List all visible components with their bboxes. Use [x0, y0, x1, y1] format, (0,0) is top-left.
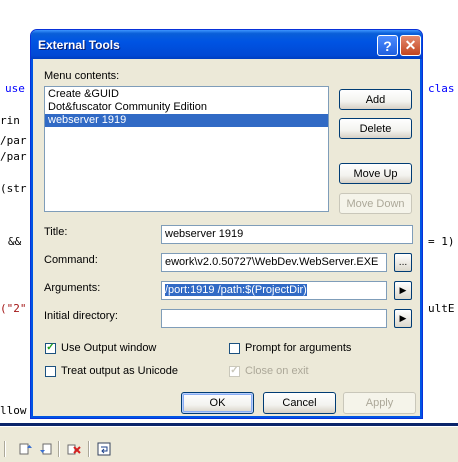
- code-fragment: use: [5, 82, 25, 95]
- find-next-icon[interactable]: [38, 441, 54, 457]
- word-wrap-icon[interactable]: [96, 441, 112, 457]
- dialog-body: Menu contents: Create &GUID Dot&fuscator…: [34, 59, 419, 416]
- code-fragment: clas: [428, 82, 455, 95]
- close-on-exit-checkbox[interactable]: ✓ Close on exit: [229, 365, 309, 377]
- checkbox-box: [229, 342, 240, 354]
- list-item[interactable]: Create &GUID: [45, 88, 328, 101]
- code-fragment: /par: [0, 150, 27, 163]
- list-item[interactable]: Dot&fuscator Community Edition: [45, 101, 328, 114]
- command-field[interactable]: ework\v2.0.50727\WebDev.WebServer.EXE: [161, 253, 387, 272]
- move-down-button[interactable]: Move Down: [339, 193, 412, 214]
- code-fragment: rin: [0, 114, 20, 127]
- add-button[interactable]: Add: [339, 89, 412, 110]
- cancel-button[interactable]: Cancel: [263, 392, 336, 414]
- toolbar-separator: [88, 441, 90, 457]
- external-tools-dialog: External Tools ? ✕ Menu contents: Create…: [30, 29, 423, 419]
- help-icon: ?: [383, 37, 392, 54]
- toolbar-separator: [58, 441, 60, 457]
- use-output-window-checkbox[interactable]: ✓ Use Output window: [45, 342, 156, 354]
- arguments-menu-button[interactable]: ▶: [394, 281, 412, 300]
- list-item-selected[interactable]: webserver 1919: [45, 114, 328, 127]
- arrow-right-icon: ▶: [399, 285, 407, 296]
- ellipsis-icon: ...: [398, 257, 408, 268]
- code-fragment: llow: [0, 404, 27, 417]
- dialog-titlebar[interactable]: External Tools ? ✕: [31, 30, 422, 59]
- help-button[interactable]: ?: [377, 35, 398, 56]
- checkbox-box: [45, 365, 56, 377]
- find-previous-icon[interactable]: [18, 441, 34, 457]
- bottom-toolbar: [0, 426, 458, 462]
- arguments-value: /port:1919 /path:$(ProjectDir): [165, 284, 307, 296]
- close-icon: ✕: [404, 37, 417, 53]
- toolbar-separator: [4, 441, 6, 457]
- title-field[interactable]: webserver 1919: [161, 225, 413, 244]
- prompt-for-arguments-checkbox[interactable]: Prompt for arguments: [229, 342, 351, 354]
- code-fragment: ultE: [428, 302, 455, 315]
- checkbox-label: Prompt for arguments: [245, 342, 352, 354]
- menu-contents-label: Menu contents:: [44, 70, 120, 82]
- code-fragment: /par: [0, 134, 27, 147]
- code-fragment: &&: [8, 235, 22, 248]
- initial-directory-label: Initial directory:: [44, 310, 118, 322]
- title-label: Title:: [44, 226, 68, 238]
- checkbox-label: Close on exit: [245, 365, 309, 377]
- arguments-field[interactable]: /port:1919 /path:$(ProjectDir): [161, 281, 387, 300]
- apply-button[interactable]: Apply: [343, 392, 416, 414]
- browse-button[interactable]: ...: [394, 253, 412, 272]
- command-label: Command:: [44, 254, 98, 266]
- move-up-button[interactable]: Move Up: [339, 163, 412, 184]
- dialog-title: External Tools: [38, 38, 120, 52]
- arguments-label: Arguments:: [44, 282, 101, 294]
- checkmark-icon: ✓: [229, 365, 240, 377]
- code-fragment: = 1): [428, 235, 455, 248]
- checkmark-icon: ✓: [45, 342, 56, 354]
- initial-directory-field[interactable]: [161, 309, 387, 328]
- menu-contents-list[interactable]: Create &GUID Dot&fuscator Community Edit…: [44, 86, 329, 212]
- initial-directory-menu-button[interactable]: ▶: [394, 309, 412, 328]
- treat-output-unicode-checkbox[interactable]: Treat output as Unicode: [45, 365, 178, 377]
- arrow-right-icon: ▶: [399, 313, 407, 324]
- code-fragment: (str: [0, 182, 27, 195]
- delete-button[interactable]: Delete: [339, 118, 412, 139]
- close-button[interactable]: ✕: [400, 35, 421, 56]
- clear-bookmarks-icon[interactable]: [66, 441, 82, 457]
- checkbox-label: Use Output window: [61, 342, 157, 354]
- ok-button[interactable]: OK: [181, 392, 254, 414]
- checkbox-label: Treat output as Unicode: [61, 365, 178, 377]
- code-fragment: ("2": [0, 302, 27, 315]
